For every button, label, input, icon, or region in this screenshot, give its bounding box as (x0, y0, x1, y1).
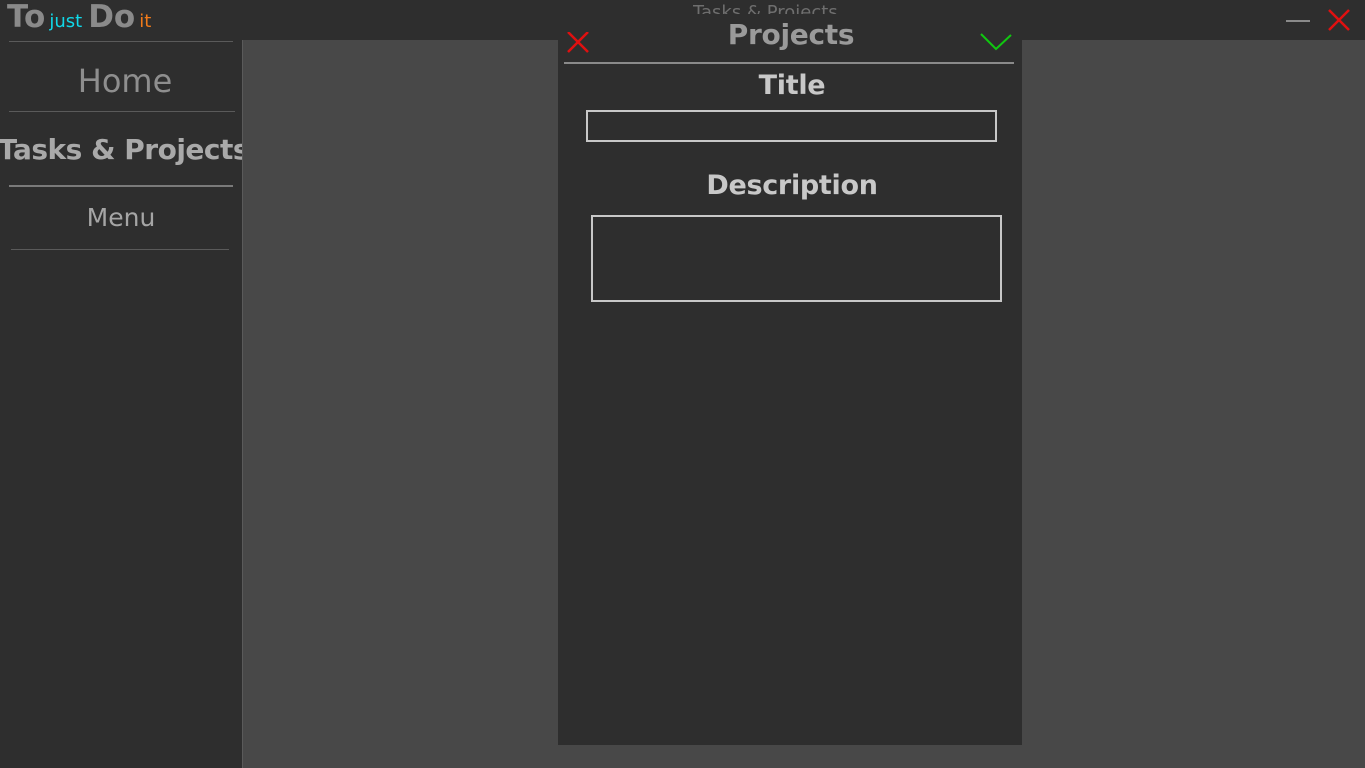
close-icon (567, 31, 589, 53)
close-icon (1328, 9, 1350, 31)
app-window: Tasks & Projects To just Do it Home Tasks &… (0, 0, 1365, 768)
sidebar-divider (9, 111, 235, 112)
project-dialog: Projects Title Description (558, 18, 1022, 745)
sidebar-item-tasks-projects[interactable]: Tasks & Projects (0, 133, 250, 166)
description-label: Description (706, 170, 878, 201)
window-title: Tasks & Projects (693, 2, 838, 14)
sidebar-divider (11, 249, 229, 250)
dialog-confirm-button[interactable] (980, 32, 1014, 54)
dialog-title: Projects (727, 18, 855, 51)
title-label: Title (758, 70, 826, 101)
minimize-button[interactable] (1286, 10, 1310, 32)
sidebar-divider (9, 185, 233, 187)
sidebar-item-menu[interactable]: Menu (0, 203, 242, 232)
dialog-divider (564, 62, 1014, 64)
app-logo: To just Do it (7, 2, 151, 33)
check-icon (980, 33, 1012, 51)
minimize-icon (1286, 20, 1310, 22)
title-input[interactable] (586, 110, 997, 142)
dialog-cancel-button[interactable] (566, 31, 590, 56)
description-input[interactable] (591, 215, 1002, 302)
sidebar-divider (9, 41, 233, 42)
logo-do: Do (88, 0, 136, 35)
sidebar: Home Tasks & Projects Menu (0, 40, 250, 768)
window-close-button[interactable] (1327, 8, 1351, 32)
logo-it: it (139, 11, 152, 32)
logo-to: To (7, 0, 46, 35)
sidebar-item-home[interactable]: Home (4, 62, 246, 100)
logo-just: just (49, 11, 83, 32)
